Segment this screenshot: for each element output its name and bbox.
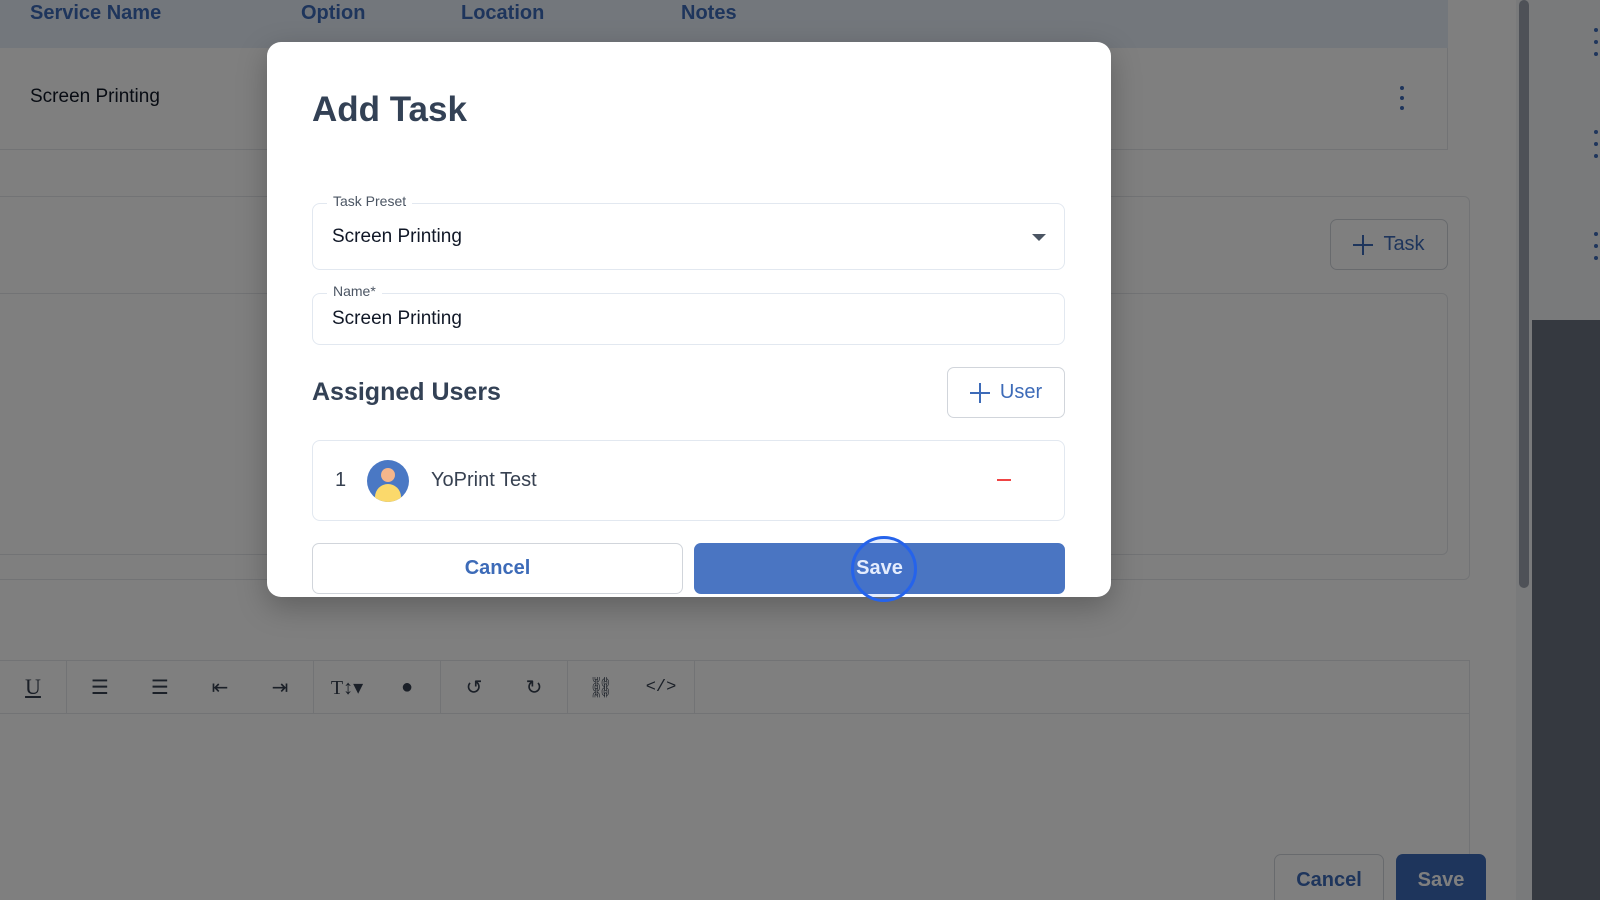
cancel-button[interactable]: Cancel bbox=[312, 543, 683, 594]
chevron-down-icon[interactable] bbox=[1032, 234, 1046, 241]
user-name: YoPrint Test bbox=[431, 469, 537, 491]
plus-icon bbox=[969, 382, 990, 403]
name-field-label: Name* bbox=[327, 283, 382, 299]
add-user-button[interactable]: User bbox=[947, 367, 1065, 418]
task-preset-value: Screen Printing bbox=[332, 226, 462, 247]
assigned-users-heading: Assigned Users bbox=[312, 378, 501, 406]
add-task-dialog: Add Task Task Preset Screen Printing Nam… bbox=[267, 42, 1111, 602]
save-button[interactable]: Save bbox=[694, 543, 1065, 594]
name-field[interactable]: Name* Screen Printing bbox=[312, 283, 1065, 345]
user-index: 1 bbox=[335, 469, 347, 491]
list-item: 1 YoPrint Test bbox=[312, 440, 1065, 521]
avatar bbox=[367, 460, 409, 502]
task-preset-select[interactable]: Task Preset Screen Printing bbox=[312, 193, 1065, 270]
task-preset-label: Task Preset bbox=[327, 193, 413, 209]
add-user-label: User bbox=[999, 381, 1043, 403]
dialog-title: Add Task bbox=[312, 90, 467, 129]
name-field-value[interactable]: Screen Printing bbox=[332, 308, 462, 330]
remove-user-icon[interactable] bbox=[997, 479, 1011, 481]
